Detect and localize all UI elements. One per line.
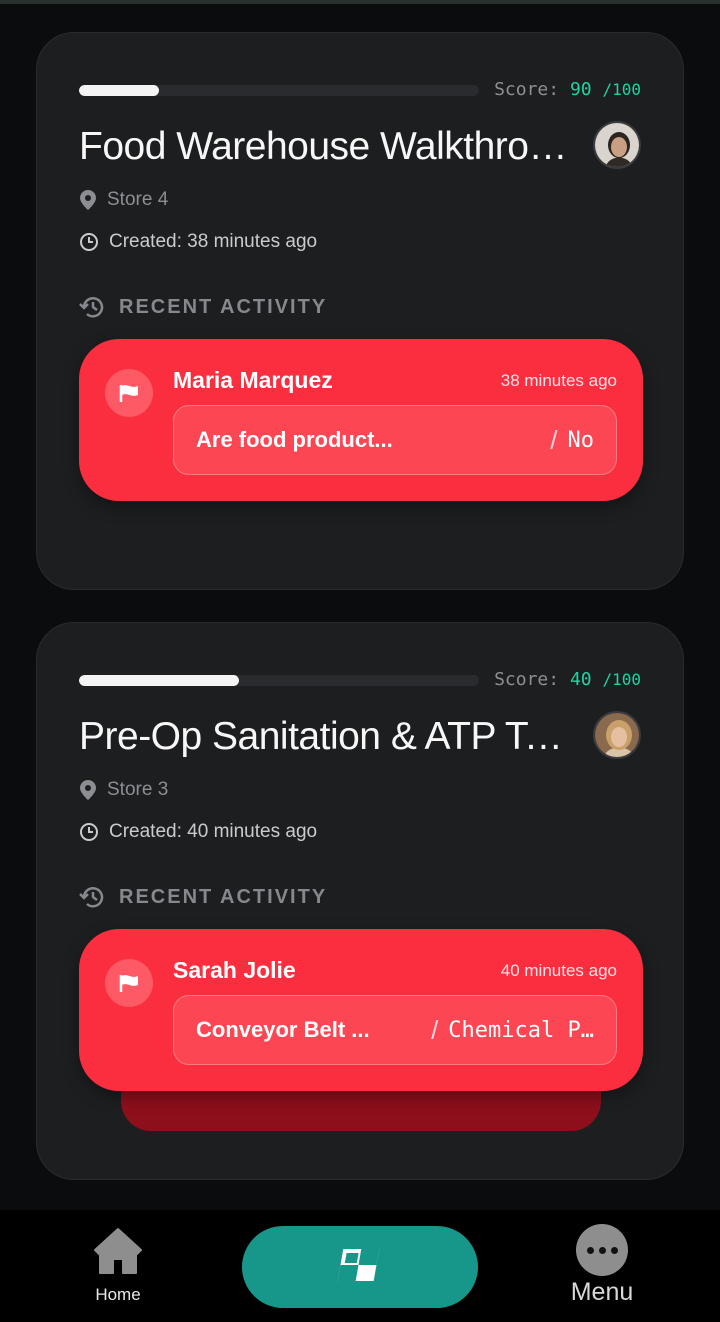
location-text: Store 3 xyxy=(107,779,169,800)
answer-text: Chemical P… xyxy=(448,1017,594,1043)
answer-text: No xyxy=(567,427,595,453)
progress-fill xyxy=(79,675,239,686)
nav-menu-button[interactable]: Menu xyxy=(560,1224,644,1307)
created-row: Created: 38 minutes ago xyxy=(79,231,317,253)
audit-card[interactable]: Score: 40 /100 Pre-Op Sanitation & ATP T… xyxy=(36,622,684,1180)
nav-center-button[interactable] xyxy=(242,1226,478,1308)
user-avatar-icon xyxy=(595,713,639,757)
activity-item[interactable]: Maria Marquez 38 minutes ago Are food pr… xyxy=(79,339,643,501)
score-max: /100 xyxy=(602,80,641,99)
nav-home-label: Home xyxy=(95,1285,141,1304)
separator: / xyxy=(431,1014,439,1045)
nav-menu-label: Menu xyxy=(570,1278,634,1306)
audit-title[interactable]: Food Warehouse Walkthrough xyxy=(79,125,579,169)
score-text: Score: xyxy=(494,79,560,100)
top-divider xyxy=(0,0,720,4)
history-icon xyxy=(79,297,104,318)
location-pin-icon xyxy=(80,780,96,800)
avatar[interactable] xyxy=(593,121,641,169)
home-icon xyxy=(94,1228,142,1274)
question-text: Are food product... xyxy=(196,427,393,452)
more-dots-icon xyxy=(576,1224,628,1276)
section-label: RECENT ACTIVITY xyxy=(119,885,328,908)
score-value: 90 xyxy=(569,79,592,100)
progress-bar xyxy=(79,85,479,96)
flag-badge xyxy=(105,369,153,417)
recent-activity-heading: RECENT ACTIVITY xyxy=(79,295,327,319)
avatar[interactable] xyxy=(593,711,641,759)
nav-home-button[interactable]: Home xyxy=(82,1226,154,1305)
progress-fill xyxy=(79,85,159,96)
history-icon xyxy=(79,887,104,908)
activity-user: Sarah Jolie xyxy=(173,957,296,983)
audit-title[interactable]: Pre-Op Sanitation & ATP Testing xyxy=(79,715,579,759)
created-text: Created: 38 minutes ago xyxy=(109,231,318,252)
progress-bar xyxy=(79,675,479,686)
score-value: 40 xyxy=(569,669,592,690)
question-text: Conveyor Belt ... xyxy=(196,1017,370,1042)
answer-box[interactable]: Are food product... / No xyxy=(173,405,617,475)
audit-card[interactable]: Score: 90 /100 Food Warehouse Walkthroug… xyxy=(36,32,684,590)
flag-icon xyxy=(119,385,138,402)
location-row: Store 3 xyxy=(79,779,168,801)
activity-time: 40 minutes ago xyxy=(500,961,617,980)
location-text: Store 4 xyxy=(107,189,169,210)
section-label: RECENT ACTIVITY xyxy=(119,295,328,318)
location-pin-icon xyxy=(80,190,96,210)
clock-icon xyxy=(80,823,98,841)
answer-box[interactable]: Conveyor Belt ... / Chemical P… xyxy=(173,995,617,1065)
flag-icon xyxy=(119,975,138,992)
bottom-nav: Home Menu xyxy=(0,1210,720,1322)
recent-activity-heading: RECENT ACTIVITY xyxy=(79,885,327,909)
location-row: Store 4 xyxy=(79,189,168,211)
score-max: /100 xyxy=(602,670,641,689)
flag-badge xyxy=(105,959,153,1007)
created-row: Created: 40 minutes ago xyxy=(79,821,317,843)
created-text: Created: 40 minutes ago xyxy=(109,821,318,842)
score-label: Score: 90 /100 xyxy=(494,79,641,100)
checkered-flag-icon xyxy=(337,1249,380,1281)
user-avatar-icon xyxy=(595,123,639,167)
activity-time: 38 minutes ago xyxy=(500,371,617,390)
activity-item[interactable]: Sarah Jolie 40 minutes ago Conveyor Belt… xyxy=(79,929,643,1091)
score-text: Score: xyxy=(494,669,560,690)
score-label: Score: 40 /100 xyxy=(494,669,641,690)
separator: / xyxy=(550,424,558,455)
clock-icon xyxy=(80,233,98,251)
activity-user: Maria Marquez xyxy=(173,367,333,393)
